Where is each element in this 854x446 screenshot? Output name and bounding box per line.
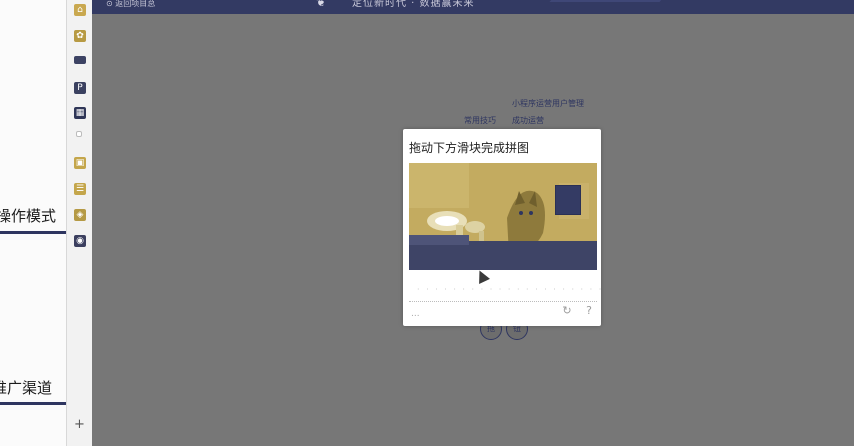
back-to-project-link[interactable]: ⊙ 返回项目总 xyxy=(106,0,155,10)
chat-icon[interactable]: ☰ xyxy=(74,183,86,195)
doc-heading-operation-mode: 操作模式 xyxy=(0,207,57,225)
doc-heading-promotion-channel: 推广渠道 xyxy=(0,379,53,397)
background-text: 小程序运营用户管理 xyxy=(512,99,584,108)
doc-divider xyxy=(0,231,66,234)
top-banner: ⊙ 返回项目总 ❦ 定位新时代 · 数据赢未来 xyxy=(92,0,854,14)
captcha-title: 拖动下方滑块完成拼图 xyxy=(409,141,530,155)
help-icon[interactable]: ? xyxy=(583,305,595,317)
slider-track[interactable]: · · · · · · · · · · · · · · · · · · · · … xyxy=(409,279,601,302)
document-panel: 操作模式 推广渠道 xyxy=(0,0,66,446)
puzzle-image xyxy=(409,163,597,270)
slider-hint: · · · · · · · · · · · · · · · · · · · · … xyxy=(417,285,604,294)
banner-stripe xyxy=(549,0,665,2)
dot-icon[interactable] xyxy=(76,131,82,137)
banner-slogan: 定位新时代 · 数据赢未来 xyxy=(352,0,475,9)
doc-divider xyxy=(0,402,66,405)
puzzle-icon[interactable]: P xyxy=(74,82,86,94)
home-icon[interactable]: ⌂ xyxy=(74,4,86,16)
add-icon[interactable]: + xyxy=(74,417,85,432)
puzzle-slot xyxy=(555,185,581,215)
tag-icon[interactable]: ◈ xyxy=(74,209,86,221)
grid-icon[interactable]: ▦ xyxy=(74,107,86,119)
icon-rail: ⌂ ✿ P ▦ ▣ ☰ ◈ ◉ + xyxy=(66,0,94,446)
slider-captcha-dialog: 拖动下方滑块完成拼图 · · · · · · · · · · · · · · ·… xyxy=(403,129,601,326)
background-text: 成功运营 xyxy=(512,116,544,125)
settings-icon[interactable]: ✿ xyxy=(74,30,86,42)
captcha-footer-text: ... xyxy=(411,309,420,319)
background-text: 常用技巧 xyxy=(464,116,496,125)
film-icon[interactable] xyxy=(74,56,86,64)
refresh-icon[interactable]: ↻ xyxy=(561,305,573,317)
eye-icon[interactable]: ◉ xyxy=(74,235,86,247)
folder-icon[interactable]: ▣ xyxy=(74,157,86,169)
decoration-icon: ❦ xyxy=(316,0,327,9)
puzzle-picture xyxy=(409,163,597,270)
